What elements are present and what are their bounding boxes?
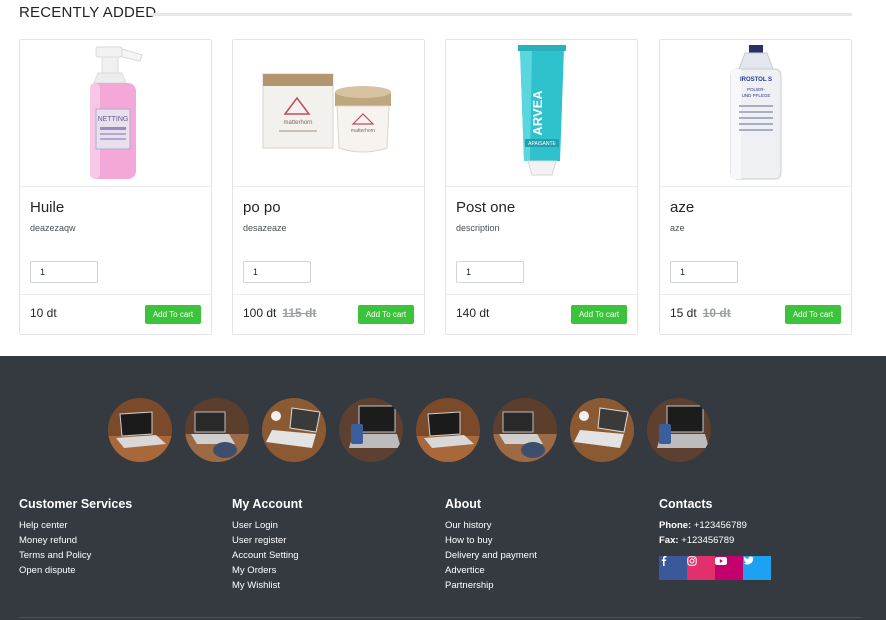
current-price: 10 dt — [30, 306, 57, 320]
svg-text:NETTING: NETTING — [97, 116, 128, 123]
product-price: 100 dt 115 dt — [243, 306, 316, 320]
laptop-photo-thumbnail[interactable] — [647, 398, 711, 462]
footer-link-partnership[interactable]: Partnership — [445, 578, 537, 593]
svg-text:POLIER-: POLIER- — [746, 87, 765, 92]
footer-link-help-center[interactable]: Help center — [19, 518, 132, 533]
old-price: 115 dt — [282, 306, 317, 320]
product-description: deazezaqw — [30, 223, 76, 233]
svg-text:APAISANTE: APAISANTE — [528, 141, 556, 147]
phone-value: +123456789 — [693, 520, 747, 531]
add-to-cart-button[interactable]: Add To cart — [358, 305, 414, 324]
product-image[interactable]: ARVEA APAISANTE — [446, 40, 637, 187]
footer-link-user-login[interactable]: User Login — [232, 518, 302, 533]
quantity-input[interactable] — [243, 261, 311, 283]
card-divider — [20, 294, 211, 295]
product-description: description — [456, 223, 500, 233]
product-price: 140 dt — [456, 306, 489, 320]
footer-link-user-register[interactable]: User register — [232, 533, 302, 548]
product-grid: NETTING Huile deazezaqw 10 dt Add To car… — [19, 39, 852, 335]
current-price: 140 dt — [456, 306, 490, 320]
product-card: ARVEA APAISANTE Post one description 140… — [445, 39, 638, 335]
footer-link-account-setting[interactable]: Account Setting — [232, 548, 302, 563]
fax-value: +123456789 — [681, 535, 735, 546]
facebook-icon[interactable] — [659, 556, 687, 580]
product-description: aze — [670, 223, 685, 233]
product-description: desazeaze — [243, 223, 287, 233]
laptop-photo-thumbnail[interactable] — [416, 398, 480, 462]
footer-link-open-dispute[interactable]: Open dispute — [19, 563, 132, 578]
footer-link-terms[interactable]: Terms and Policy — [19, 548, 132, 563]
footer-link-advertice[interactable]: Advertice — [445, 563, 537, 578]
footer-heading: About — [445, 497, 482, 511]
svg-text:UND PFLEGE: UND PFLEGE — [741, 93, 770, 98]
footer-heading: Customer Services — [19, 497, 133, 511]
svg-text:ARVEA: ARVEA — [530, 90, 545, 136]
product-price: 10 dt — [30, 306, 57, 320]
phone-label: Phone: — [659, 520, 692, 531]
footer-about: About Our history How to buy Delivery an… — [445, 497, 537, 593]
svg-text:matterhorn: matterhorn — [350, 128, 374, 134]
old-price: 10 dt — [702, 306, 731, 320]
site-footer: Customer Services Help center Money refu… — [0, 356, 886, 620]
instagram-icon[interactable] — [687, 556, 715, 580]
product-name[interactable]: aze — [670, 199, 694, 216]
section-header: RECENTLY ADDED — [19, 4, 852, 24]
footer-heading: Contacts — [659, 497, 713, 511]
footer-my-account: My Account User Login User register Acco… — [232, 497, 302, 593]
current-price: 100 dt — [243, 306, 277, 320]
footer-link-delivery[interactable]: Delivery and payment — [445, 548, 537, 563]
fax-label: Fax: — [659, 535, 679, 546]
product-image[interactable]: IROSTOL S POLIER- UND PFLEGE — [660, 40, 851, 187]
gallery-thumbnails — [108, 398, 711, 462]
laptop-photo-thumbnail[interactable] — [570, 398, 634, 462]
product-name[interactable]: Huile — [30, 199, 64, 216]
social-links — [659, 556, 771, 580]
footer-link-how-to-buy[interactable]: How to buy — [445, 533, 537, 548]
product-price: 15 dt 10 dt — [670, 306, 731, 320]
section-title: RECENTLY ADDED — [19, 4, 157, 21]
current-price: 15 dt — [670, 306, 697, 320]
svg-text:matterhorn: matterhorn — [283, 120, 312, 126]
quantity-input[interactable] — [670, 261, 738, 283]
footer-heading: My Account — [232, 497, 303, 511]
twitter-icon[interactable] — [743, 556, 771, 580]
add-to-cart-button[interactable]: Add To cart — [145, 305, 201, 324]
product-card: IROSTOL S POLIER- UND PFLEGE aze aze 15 … — [659, 39, 852, 335]
laptop-photo-thumbnail[interactable] — [493, 398, 557, 462]
card-divider — [660, 294, 851, 295]
product-card: matterhorn matterhorn po po desazeaze 10… — [232, 39, 425, 335]
laptop-photo-thumbnail[interactable] — [262, 398, 326, 462]
footer-link-our-history[interactable]: Our history — [445, 518, 537, 533]
footer-link-my-orders[interactable]: My Orders — [232, 563, 302, 578]
product-name[interactable]: Post one — [456, 199, 515, 216]
product-image[interactable]: matterhorn matterhorn — [233, 40, 424, 187]
contact-phone: Phone: +123456789 — [659, 518, 747, 533]
laptop-photo-thumbnail[interactable] — [339, 398, 403, 462]
product-card: NETTING Huile deazezaqw 10 dt Add To car… — [19, 39, 212, 335]
footer-customer-services: Customer Services Help center Money refu… — [19, 497, 132, 578]
youtube-icon[interactable] — [715, 556, 743, 580]
footer-contacts: Contacts Phone: +123456789 Fax: +1234567… — [659, 497, 771, 580]
add-to-cart-button[interactable]: Add To cart — [571, 305, 627, 324]
product-image[interactable]: NETTING — [20, 40, 211, 187]
svg-text:IROSTOL S: IROSTOL S — [739, 77, 771, 83]
card-divider — [233, 294, 424, 295]
card-divider — [446, 294, 637, 295]
product-name[interactable]: po po — [243, 199, 281, 216]
section-divider — [151, 13, 852, 16]
quantity-input[interactable] — [456, 261, 524, 283]
footer-link-my-wishlist[interactable]: My Wishlist — [232, 578, 302, 593]
footer-divider — [19, 617, 862, 618]
quantity-input[interactable] — [30, 261, 98, 283]
contact-fax: Fax: +123456789 — [659, 533, 747, 548]
laptop-photo-thumbnail[interactable] — [108, 398, 172, 462]
footer-link-money-refund[interactable]: Money refund — [19, 533, 132, 548]
add-to-cart-button[interactable]: Add To cart — [785, 305, 841, 324]
laptop-photo-thumbnail[interactable] — [185, 398, 249, 462]
